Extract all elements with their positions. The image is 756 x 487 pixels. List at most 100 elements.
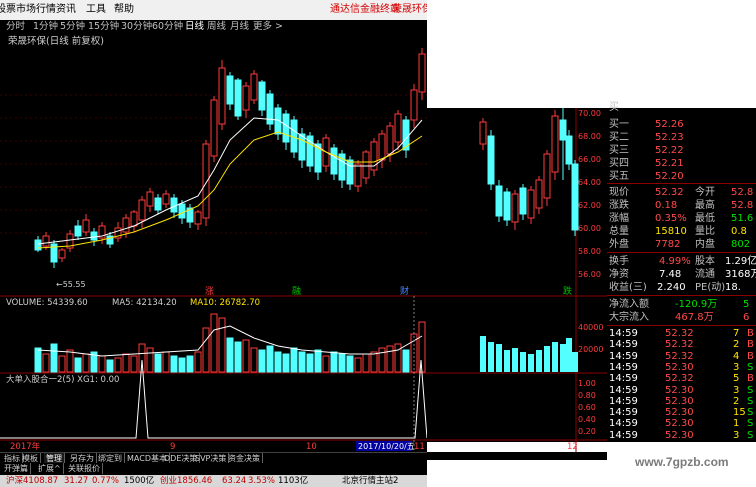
secondary-tab[interactable]: 扩展^ [36, 463, 64, 474]
candle-body [282, 113, 290, 143]
price-tick: 64.00 [578, 178, 601, 187]
volume-bar [354, 357, 362, 373]
tick-price: 52.32 [665, 328, 694, 339]
secondary-tab[interactable]: 开弹篇 [2, 463, 31, 474]
volume-bar [290, 347, 298, 373]
quote-stat-value: 0.18 [655, 200, 678, 211]
volume-bar [130, 355, 138, 373]
candle-body [90, 231, 98, 241]
tick-direction: S [747, 361, 754, 373]
volume-ma10-label: MA10: 26782.70 [190, 298, 260, 308]
candle-body [258, 81, 266, 111]
signal-marker: 涨 [205, 286, 214, 297]
tick-direction: S [747, 429, 754, 441]
candle-body [178, 203, 186, 219]
candle-body [565, 135, 573, 165]
quote-stat-value: 0.8 [731, 226, 747, 237]
quote-stat-label: 今开 [695, 187, 715, 198]
date-label: 11 [414, 442, 425, 452]
signal-marker: 财 [400, 285, 409, 297]
candle-body [234, 79, 242, 117]
volume-bar [74, 357, 82, 373]
volume-bar [402, 349, 410, 373]
kline-chart-continuation: 跌 70.00 68.00 66.00 64.00 62.00 60.00 58.00 56.0… [427, 0, 607, 460]
price-tick: 70.00 [578, 109, 601, 118]
volume-bar [58, 355, 66, 373]
bid-level-label: 买一 [609, 119, 629, 130]
candle-body [58, 249, 66, 259]
tick-direction: B [747, 350, 754, 362]
candle-body [138, 199, 146, 221]
quote-stat-label: 股本 [695, 256, 715, 267]
volume-bar [242, 339, 250, 373]
volume-bar [480, 336, 486, 372]
volume-label: VOLUME: 54339.60 [6, 298, 88, 308]
signal-marker: 跌 [563, 286, 572, 297]
volume-bar [496, 344, 502, 372]
indicator-tick: 0.80 [578, 391, 596, 400]
tick-time: 14:59 [609, 373, 638, 385]
tick-time: 14:59 [609, 384, 638, 396]
site-watermark: www.7gpzb.com [635, 455, 729, 469]
candle-body [242, 85, 250, 111]
status-item: 3.53% [248, 476, 276, 486]
tick-direction: B [747, 373, 754, 385]
tick-price: 52.30 [665, 429, 694, 441]
quote-stat-label: 外盘 [609, 239, 629, 250]
volume-tick: 20000 [578, 345, 603, 354]
status-item: 1500亿 [124, 476, 155, 486]
price-tick: 56.00 [578, 270, 601, 279]
date-label: 9 [170, 442, 175, 452]
tick-time: 14:59 [609, 361, 638, 373]
tick-direction: S [747, 395, 754, 407]
candle-body [218, 67, 226, 125]
ma-line [37, 117, 423, 245]
volume-bar [178, 357, 186, 373]
volume-bar [418, 321, 426, 373]
candle-body [130, 211, 138, 227]
volume-bar [370, 351, 378, 373]
volume-bar [194, 351, 202, 373]
volume-bar [146, 347, 154, 373]
candle-body [122, 217, 130, 233]
tick-time: 14:59 [609, 418, 638, 430]
volume-bar [210, 313, 218, 373]
indicator-tick: 1.00 [578, 379, 596, 388]
candle-body [527, 189, 535, 219]
bid-level-price: 52.23 [655, 132, 684, 143]
candle-body [74, 225, 82, 237]
candle-body [354, 163, 362, 187]
candle-body [535, 179, 543, 209]
status-item: 北京行情主站2 [342, 476, 399, 486]
status-item: 1103亿 [278, 476, 309, 486]
volume-bar [106, 359, 114, 373]
tick-volume: 15 [733, 407, 746, 419]
secondary-tab[interactable]: 关联报价 [66, 463, 103, 474]
volume-bar [512, 348, 518, 372]
candle-body [210, 99, 218, 157]
bid-level-label: 买三 [609, 145, 629, 156]
volume-bar [250, 347, 258, 373]
candle-body [487, 135, 495, 185]
candle-body [378, 133, 386, 161]
fund-flow-extra: 6 [743, 312, 750, 323]
tick-price: 52.30 [665, 418, 694, 430]
volume-bar [186, 355, 194, 373]
candle-body [410, 89, 418, 121]
quote-stat-label: 涨跌 [609, 200, 629, 211]
quote-stat-label: 净资 [609, 269, 629, 280]
candle-body [495, 185, 503, 217]
indicator-label: 大单入股合一2(5) XG1: 0.00 [6, 374, 119, 385]
bid-level-price: 52.21 [655, 158, 684, 169]
volume-bar [528, 354, 534, 372]
tick-volume: 4 [733, 350, 740, 362]
tick-volume: 2 [733, 339, 740, 351]
candle-body [170, 197, 178, 213]
volume-bar [170, 355, 178, 373]
tick-direction: B [747, 328, 754, 339]
quote-stat-label: PE(动) [695, 282, 726, 293]
candle-body [250, 73, 258, 101]
tick-price: 52.30 [665, 384, 694, 396]
quote-stat-label: 内盘 [695, 239, 715, 250]
kline-chart[interactable]: ←55.55 涨 融 财 VOLUME: 54339.60 MA5: 42134.20 MA… [0, 0, 427, 452]
